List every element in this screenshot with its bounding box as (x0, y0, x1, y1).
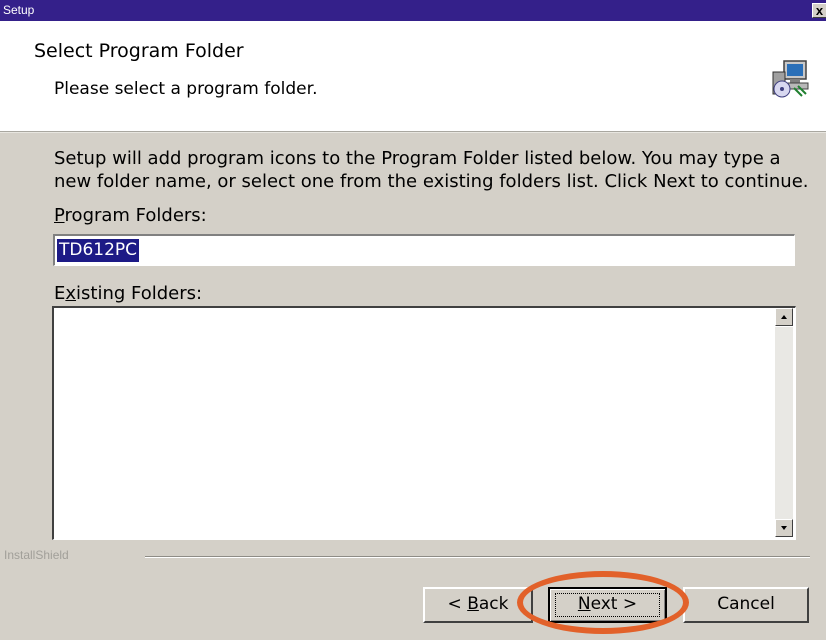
back-button-mnemonic: B (467, 594, 479, 614)
installshield-brand: InstallShield (4, 548, 69, 562)
program-folders-mnemonic: P (54, 205, 65, 226)
setup-computer-icon (772, 60, 809, 98)
arrow-down-icon (781, 526, 787, 530)
existing-folders-label-text: isting Folders: (76, 283, 203, 304)
window-title: Setup (3, 3, 35, 17)
scroll-up-button[interactable] (775, 308, 793, 326)
program-folders-label-text: rogram Folders: (64, 205, 207, 226)
existing-folders-label-pre: E (54, 283, 66, 304)
program-folder-input[interactable]: TD612PC (53, 234, 795, 266)
arrow-up-icon (781, 315, 787, 319)
existing-folders-list[interactable] (52, 306, 796, 540)
header-panel: Select Program Folder Please select a pr… (0, 21, 826, 132)
existing-folders-label: Existing Folders: (54, 283, 202, 304)
header-divider (0, 131, 826, 133)
existing-folders-mnemonic: x (65, 283, 77, 304)
instructions-text: Setup will add program icons to the Prog… (54, 148, 809, 192)
back-button-prefix: < (447, 594, 468, 614)
footer-divider (145, 556, 810, 558)
focus-rect (555, 593, 660, 617)
close-button[interactable]: x (812, 3, 826, 18)
back-button-label: ack (478, 594, 509, 614)
program-folders-label: Program Folders: (54, 205, 207, 226)
next-button[interactable]: Next > (548, 587, 667, 623)
scroll-track[interactable] (775, 327, 793, 519)
cancel-button[interactable]: Cancel (683, 587, 809, 623)
page-title: Select Program Folder (34, 40, 244, 62)
scroll-down-button[interactable] (775, 519, 793, 537)
program-folder-value: TD612PC (57, 239, 140, 262)
title-bar: Setup x (0, 0, 826, 21)
back-button[interactable]: < Back (423, 587, 533, 623)
page-subtitle: Please select a program folder. (54, 79, 318, 99)
vertical-scrollbar[interactable] (775, 308, 793, 537)
